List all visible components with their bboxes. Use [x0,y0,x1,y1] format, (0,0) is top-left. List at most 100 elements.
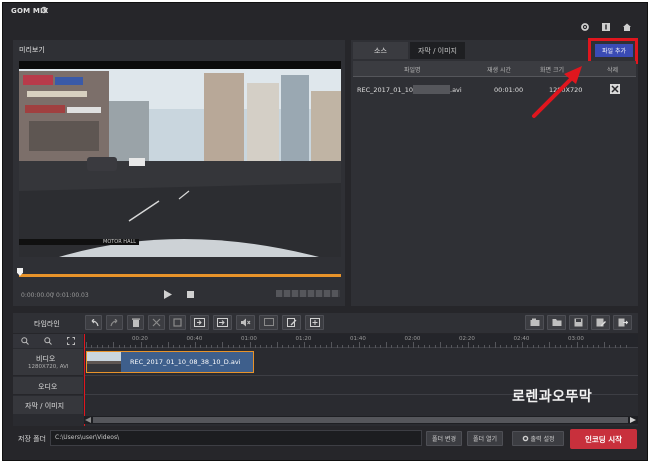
ruler-tick [418,345,420,348]
export-icon[interactable] [613,315,632,330]
ruler-tick [238,345,240,348]
settings-icon[interactable] [580,22,590,32]
ruler-tick [331,342,333,348]
save-project-icon[interactable] [569,315,588,330]
play-icon[interactable] [163,289,173,299]
zoom-out-icon[interactable] [44,337,52,345]
scrubber-bar[interactable] [19,274,341,277]
ruler-tick [478,345,480,348]
output-settings-button[interactable]: 출력 설정 [512,431,564,446]
ruler-tick [325,345,327,348]
add-file-button[interactable]: 파일 추가 [595,44,633,57]
ruler-tick [222,342,224,348]
ruler-tick [587,345,589,348]
mute-icon[interactable] [236,315,255,330]
column-header-filename: 파일명 [404,67,421,74]
ruler-tick [211,345,213,348]
ruler-tick [96,345,98,348]
playhead[interactable] [84,334,85,426]
ruler-tick [576,342,578,348]
redo-icon[interactable] [106,315,123,330]
ruler-tick [374,345,376,348]
ruler-tick [494,342,496,348]
ruler-tick [314,345,316,348]
ruler-tick [184,345,186,348]
row-filename-redacted [413,85,450,94]
ruler-tick [456,345,458,348]
volume-meter[interactable] [276,290,340,297]
ruler-tick [434,345,436,348]
zoom-controls [13,334,83,348]
delete-icon[interactable] [610,84,620,94]
text-effect-icon[interactable] [259,315,278,330]
encode-start-button[interactable]: 인코딩 시작 [570,429,637,449]
tab-source[interactable]: 소스 [353,42,408,59]
ruler-tick [543,345,545,348]
undo-icon[interactable] [85,315,102,330]
ruler-tick [254,345,256,348]
time-separator: / [52,292,55,299]
ruler-tick [603,342,605,348]
ruler-tick [205,345,207,348]
ruler-tick [353,345,355,348]
tab-subtitle-image[interactable]: 자막 / 이미지 [410,42,465,59]
track-video-label: 비디오 [36,355,56,363]
ruler-tick [413,342,414,348]
split-left-icon[interactable] [190,315,209,330]
ruler-tick [113,342,115,348]
ruler-tick [380,345,382,348]
ruler-tick [565,345,567,348]
row-filename-ext: .avi [450,86,462,94]
ruler-tick [140,342,142,348]
ruler-tick [391,345,393,348]
ruler-tick [298,345,300,348]
track-audio-label: 오디오 [38,383,58,391]
split-right-icon[interactable] [213,315,232,330]
video-preview: MOTOR HALL [19,61,341,257]
ruler-tick [451,345,453,348]
time-total: 0:01:00.03 [56,292,89,299]
open-project-icon[interactable] [547,315,566,330]
change-folder-button[interactable]: 폴더 변경 [426,431,462,446]
save-as-icon[interactable] [591,315,610,330]
new-project-icon[interactable] [525,315,544,330]
zoom-in-icon[interactable] [20,337,29,345]
cut-icon[interactable] [148,315,165,330]
ruler-tick [118,345,120,348]
ruler-tick [167,342,169,348]
ruler-tick [151,345,153,348]
preview-title: 미리보기 [19,46,45,54]
scrollbar-thumb[interactable] [93,417,628,423]
annotation-arrow [528,62,588,122]
ruler-tick [86,342,87,348]
ruler-tick [189,345,191,348]
fit-icon[interactable] [67,337,76,345]
timeline-tool-buttons [85,315,338,331]
ruler-tick [124,345,126,348]
track-video-sub: 1280X720, AVI [28,364,69,370]
open-folder-button[interactable]: 폴더 열기 [467,431,503,446]
ruler-tick [102,345,104,348]
ruler-tick [402,345,404,348]
add-frame-icon[interactable] [305,315,324,330]
column-header-delete: 삭제 [607,67,619,74]
stop-icon[interactable] [186,290,194,298]
ruler-tick [483,345,485,348]
gear-icon[interactable] [40,6,48,14]
edit-icon[interactable] [282,315,301,330]
ruler-tick [445,345,447,348]
ruler-tick [271,345,273,348]
crop-icon[interactable] [169,315,186,330]
watermark-text: 로렌과오뚜막 [512,389,593,405]
home-icon[interactable] [622,22,632,32]
ruler-tick [429,345,431,348]
project-tool-buttons [525,315,637,331]
ruler-tick [336,345,338,348]
ruler-tick [129,345,131,348]
ruler-tick [598,345,600,348]
ruler-tick [462,345,464,348]
ruler-tick [195,342,196,348]
trash-icon[interactable] [127,315,144,330]
save-folder-label: 저장 폴더 [18,435,46,443]
info-icon[interactable] [601,22,611,32]
